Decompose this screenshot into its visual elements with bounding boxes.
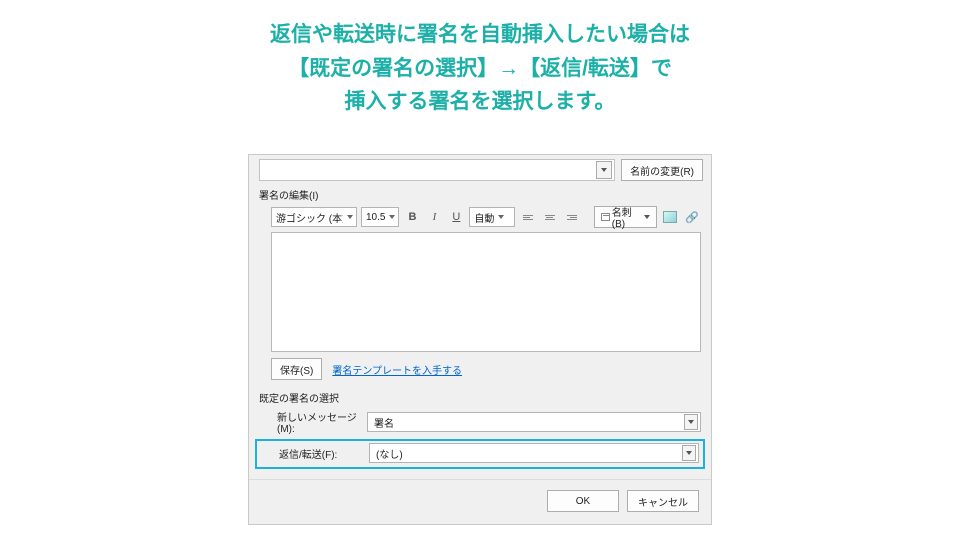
ok-button[interactable]: OK (547, 490, 619, 512)
instruction-line-1: 返信や転送時に署名を自動挿入したい場合は (0, 18, 960, 52)
format-toolbar: 游ゴシック (本文の 10.5 B I U 自動 名刺(B) 🔗 (249, 204, 711, 232)
new-message-select[interactable]: 署名 (367, 412, 701, 432)
insert-link-button[interactable]: 🔗 (683, 207, 701, 227)
font-size-select[interactable]: 10.5 (361, 207, 399, 227)
bold-button[interactable]: B (403, 207, 421, 227)
signature-list-select[interactable] (259, 159, 615, 181)
reply-forward-select[interactable]: (なし) (369, 443, 699, 463)
get-templates-link[interactable]: 署名テンプレートを入手する (332, 362, 462, 377)
font-family-select[interactable]: 游ゴシック (本文の (271, 207, 357, 227)
font-family-value: 游ゴシック (本文の (276, 210, 343, 225)
reply-forward-value: (なし) (376, 446, 403, 461)
dropdown-button[interactable] (684, 414, 698, 430)
picture-icon (663, 211, 677, 223)
font-color-value: 自動 (474, 210, 494, 225)
new-message-row: 新しいメッセージ(M): 署名 (259, 407, 701, 439)
font-color-select[interactable]: 自動 (469, 207, 514, 227)
align-center-button[interactable] (541, 207, 559, 227)
chevron-down-icon (688, 420, 694, 424)
chevron-down-icon (389, 215, 395, 219)
chevron-down-icon (686, 451, 692, 455)
card-icon (601, 213, 610, 221)
business-card-label: 名刺(B) (612, 204, 640, 230)
new-message-value: 署名 (374, 415, 394, 430)
instruction-line-3: 挿入する署名を選択します。 (0, 85, 960, 119)
edit-signature-label: 署名の編集(I) (249, 185, 711, 204)
new-message-label: 新しいメッセージ(M): (277, 409, 363, 435)
chevron-down-icon (347, 215, 353, 219)
chevron-down-icon (601, 168, 607, 172)
underline-button[interactable]: U (447, 207, 465, 227)
align-left-button[interactable] (519, 207, 537, 227)
italic-button[interactable]: I (425, 207, 443, 227)
save-button[interactable]: 保存(S) (271, 358, 322, 380)
chevron-down-icon (644, 215, 650, 219)
signature-dialog: 名前の変更(R) 署名の編集(I) 游ゴシック (本文の 10.5 B I U … (248, 154, 712, 525)
dialog-footer: OK キャンセル (249, 479, 711, 524)
align-right-button[interactable] (563, 207, 581, 227)
signature-editor[interactable] (271, 232, 701, 352)
rename-button[interactable]: 名前の変更(R) (621, 159, 703, 181)
instruction-line-2: 【既定の署名の選択】→【返信/転送】で (0, 52, 960, 86)
chevron-down-icon (498, 215, 504, 219)
instruction-annotation: 返信や転送時に署名を自動挿入したい場合は 【既定の署名の選択】→【返信/転送】で… (0, 0, 960, 119)
cancel-button[interactable]: キャンセル (627, 490, 699, 512)
font-size-value: 10.5 (366, 212, 385, 223)
reply-forward-row: 返信/転送(F): (なし) (255, 439, 705, 469)
insert-picture-button[interactable] (661, 207, 679, 227)
dropdown-button[interactable] (682, 445, 696, 461)
default-signature-section-label: 既定の署名の選択 (259, 388, 701, 407)
business-card-button[interactable]: 名刺(B) (594, 206, 657, 228)
reply-forward-label: 返信/転送(F): (279, 446, 365, 461)
dropdown-button[interactable] (596, 161, 612, 179)
